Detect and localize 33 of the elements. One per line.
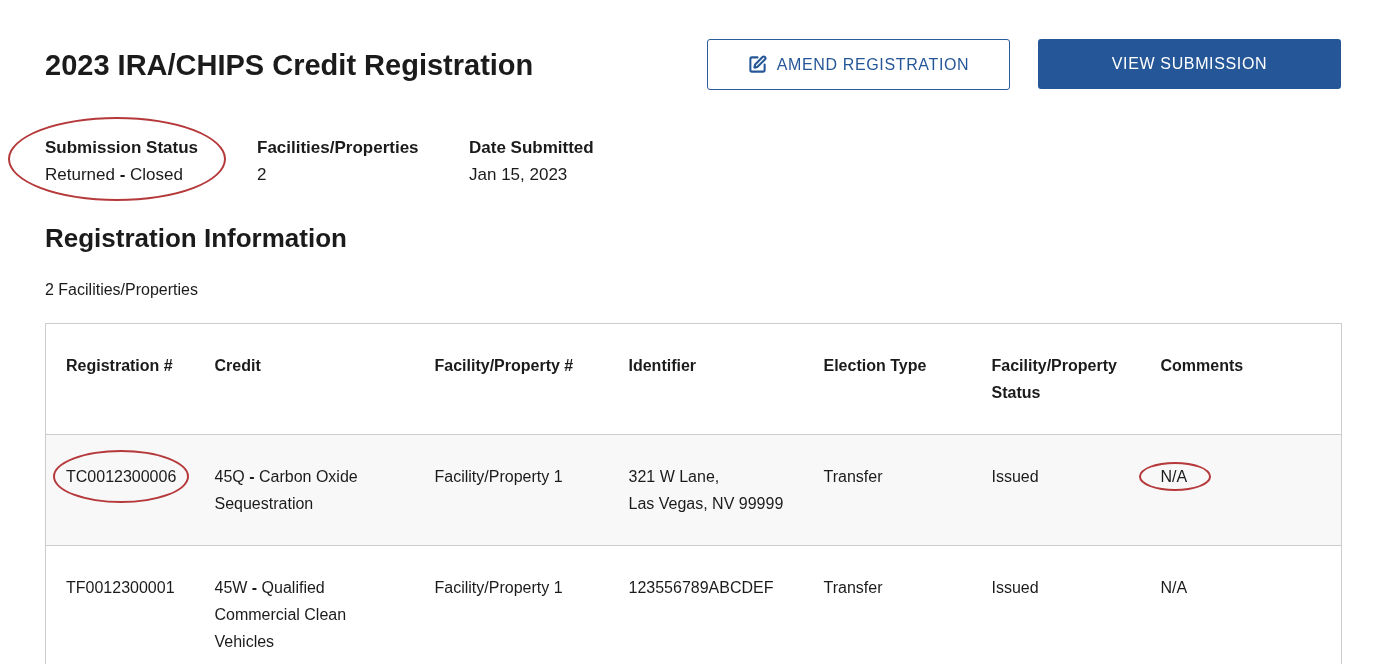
amend-button[interactable]: AMEND REGISTRATION: [707, 39, 1010, 90]
table-cell-text: Facility/Property 1: [434, 467, 563, 487]
column-header: Facility/Property #: [434, 357, 574, 374]
facility-count: 2 Facilities/Properties: [45, 280, 198, 300]
table-cell-text: TF0012300001: [66, 578, 175, 598]
column-header: Identifier: [628, 357, 697, 374]
table-cell-text: 45Q - Carbon Oxide Sequestration: [214, 467, 359, 514]
column-header: Election Type: [823, 357, 927, 374]
summary-value: Returned - Closed: [45, 164, 183, 186]
table-cell-text: N/A: [1160, 578, 1188, 598]
summary-value: 2: [257, 164, 267, 186]
column-header: Comments: [1160, 357, 1244, 374]
page-title: 2023 IRA/CHIPS Credit Registration: [45, 47, 534, 83]
summary-label: Date Submitted: [469, 137, 594, 159]
table-cell-text: 123556789ABCDEF: [628, 578, 774, 598]
table-cell-text: Transfer: [823, 467, 883, 487]
table-cell-text: 45W - Qualified Commercial Clean Vehicles: [214, 578, 348, 652]
column-header: Facility/Property Status: [991, 357, 1117, 401]
summary-label: Facilities/Properties: [257, 137, 419, 159]
section-heading: Registration Information: [45, 222, 347, 254]
table-cell-text: Transfer: [823, 578, 883, 598]
table-cell-text: TC0012300006: [66, 467, 177, 487]
table-cell-text: 321 W Lane, Las Vegas, NV 99999: [628, 467, 784, 514]
view-submission-button[interactable]: VIEW SUBMISSION: [1038, 39, 1341, 89]
summary-label: Submission Status: [45, 137, 199, 159]
table-cell-text: Issued: [991, 578, 1039, 598]
column-header: Registration #: [66, 357, 173, 374]
table-cell-text: Issued: [991, 467, 1039, 487]
summary-value: Jan 15, 2023: [469, 164, 568, 186]
table-cell-text: Facility/Property 1: [434, 578, 563, 598]
column-header: Credit: [214, 357, 261, 374]
edit-icon: [747, 55, 767, 74]
table-cell-text: N/A: [1160, 467, 1188, 487]
